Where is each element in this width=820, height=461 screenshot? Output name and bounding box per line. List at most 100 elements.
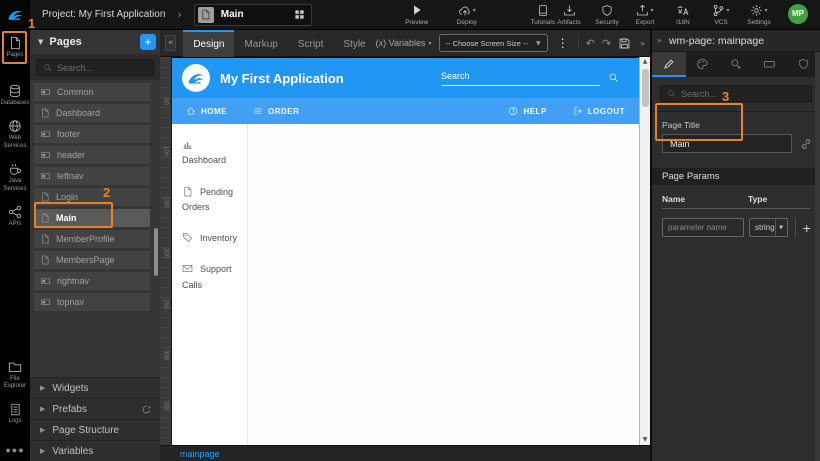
envelope-icon: [182, 263, 193, 274]
properties-search-input[interactable]: Search...: [660, 85, 812, 102]
caret-right-icon: ▶: [40, 384, 45, 392]
wavemaker-logo[interactable]: [0, 0, 30, 30]
more-options-icon[interactable]: ●●●: [5, 445, 24, 455]
pages-list: Common Dashboard footer: [30, 80, 160, 377]
preview-page-content[interactable]: [248, 124, 639, 445]
cloud-upload-icon: [458, 4, 472, 17]
page-title-label: Page Title: [662, 120, 820, 130]
section-variables[interactable]: ▶ Variables: [30, 440, 160, 461]
page-list-item[interactable]: MembersPage: [34, 251, 150, 269]
play-icon: [411, 4, 423, 17]
tag-icon: [182, 232, 193, 243]
canvas-scrollbar[interactable]: ▲ ▼: [639, 57, 650, 445]
tab-style[interactable]: Style: [333, 30, 375, 57]
preview-button[interactable]: Preview: [404, 4, 430, 26]
sidenav-inventory[interactable]: Inventory: [182, 231, 241, 246]
security-button[interactable]: Security: [594, 4, 620, 26]
bind-link-icon[interactable]: [800, 138, 812, 150]
sidebar-item-java-services[interactable]: Java Services: [0, 162, 30, 193]
page-list-item[interactable]: Main: [34, 209, 150, 227]
sidenav-dashboard[interactable]: Dashboard: [182, 138, 241, 169]
section-prefabs[interactable]: ▶ Prefabs: [30, 398, 160, 419]
undo-button[interactable]: ↶: [586, 37, 595, 50]
partial-icon: [40, 129, 51, 139]
tab-markup[interactable]: Markup: [234, 30, 287, 57]
nav-help[interactable]: HELP: [508, 106, 546, 116]
redo-button[interactable]: ↷: [602, 37, 611, 50]
chevron-down-icon: ▾: [764, 7, 767, 14]
pages-panel: ▼ Pages + Search... Common: [30, 30, 160, 461]
kebab-menu-icon[interactable]: ⋮: [555, 36, 571, 50]
selected-widget-label: wm-page: mainpage: [669, 35, 764, 47]
screen-size-select[interactable]: -- Choose Screen Size --▼: [439, 34, 548, 52]
grid-icon[interactable]: [294, 9, 305, 20]
page-title-input[interactable]: [662, 134, 792, 153]
section-page-structure[interactable]: ▶ Page Structure: [30, 419, 160, 440]
tab-script[interactable]: Script: [288, 30, 334, 57]
tab-styles[interactable]: [686, 52, 720, 77]
tab-properties[interactable]: [652, 52, 686, 77]
page-list-item[interactable]: rightnav: [34, 272, 150, 290]
breadcrumb-mainpage[interactable]: mainpage: [180, 449, 220, 459]
page-list-item[interactable]: Login: [34, 188, 150, 206]
pages-icon: [8, 36, 22, 50]
user-avatar[interactable]: MP: [788, 4, 808, 24]
deploy-button[interactable]: ▾ Deploy: [454, 4, 480, 26]
search-icon[interactable]: [608, 72, 619, 83]
param-type-select[interactable]: string ▼: [749, 218, 788, 237]
caret-right-icon: ▶: [40, 405, 45, 413]
collapse-panel-icon[interactable]: »: [657, 36, 662, 45]
sidebar-item-file-explorer[interactable]: File Explorer: [0, 360, 30, 391]
param-name-input[interactable]: [662, 218, 744, 237]
page-list-item[interactable]: footer: [34, 125, 150, 143]
sidenav-support-calls[interactable]: Support Calls: [182, 262, 241, 293]
collapse-left-panel-button[interactable]: «: [165, 35, 176, 51]
caret-down-icon: ▼: [38, 38, 43, 46]
nav-logout[interactable]: LOGOUT: [573, 106, 625, 116]
page-list-item[interactable]: leftnav: [34, 167, 150, 185]
page-selector[interactable]: Main: [194, 4, 312, 26]
refresh-icon[interactable]: [141, 404, 152, 415]
add-param-button[interactable]: +: [795, 218, 813, 237]
scroll-up-icon[interactable]: ▲: [643, 57, 648, 67]
page-list-item[interactable]: MemberProfile: [34, 230, 150, 248]
scrollbar-thumb[interactable]: [642, 69, 649, 107]
scroll-down-icon[interactable]: ▼: [643, 435, 648, 445]
sidebar-item-databases[interactable]: Databases: [0, 84, 30, 108]
variables-dropdown[interactable]: (x) Variables▾: [376, 38, 432, 48]
collapse-right-panel-button[interactable]: »: [640, 39, 645, 48]
i18n-button[interactable]: I18N: [670, 4, 696, 26]
add-page-button[interactable]: +: [140, 34, 156, 50]
save-button[interactable]: [618, 37, 631, 50]
sidebar-item-apis[interactable]: APIs: [0, 205, 30, 229]
design-canvas[interactable]: My First Application Search HOME ORDER H…: [172, 57, 639, 445]
canvas-area: « Design Markup Script Style (x) Variabl…: [160, 30, 650, 461]
caret-down-icon: ▼: [536, 40, 541, 47]
nav-order[interactable]: ORDER: [253, 106, 299, 116]
preview-app-header[interactable]: My First Application Search: [172, 58, 639, 98]
chevron-down-icon: ▾: [650, 7, 653, 14]
page-list-item[interactable]: Common: [34, 83, 150, 101]
nav-home[interactable]: HOME: [186, 106, 227, 116]
tab-events[interactable]: [719, 52, 753, 77]
tab-design[interactable]: Design: [183, 30, 234, 57]
page-list-item[interactable]: Dashboard: [34, 104, 150, 122]
section-widgets[interactable]: ▶ Widgets: [30, 377, 160, 398]
page-list-item[interactable]: topnav: [34, 293, 150, 311]
app-search-input[interactable]: Search: [441, 71, 619, 86]
artifacts-button[interactable]: Artifacts: [556, 4, 582, 26]
sidebar-item-logs[interactable]: Logs: [0, 403, 30, 426]
pages-panel-header[interactable]: ▼ Pages +: [30, 30, 160, 54]
export-button[interactable]: ▾ Export: [632, 4, 658, 26]
sidebar-item-web-services[interactable]: Web Services: [0, 119, 30, 150]
tutorials-button[interactable]: Tutorials: [530, 4, 556, 26]
pages-list-scrollbar[interactable]: [154, 228, 158, 276]
pages-search-input[interactable]: Search...: [36, 59, 154, 76]
settings-button[interactable]: ▾ Settings: [746, 4, 772, 26]
tab-device[interactable]: [753, 52, 787, 77]
vcs-button[interactable]: ▾ VCS: [708, 4, 734, 26]
sidebar-item-pages[interactable]: Pages: [0, 36, 30, 60]
page-list-item[interactable]: header: [34, 146, 150, 164]
panel-scrollbar-track[interactable]: [815, 52, 820, 461]
sidenav-pending-orders[interactable]: Pending Orders: [182, 185, 241, 216]
